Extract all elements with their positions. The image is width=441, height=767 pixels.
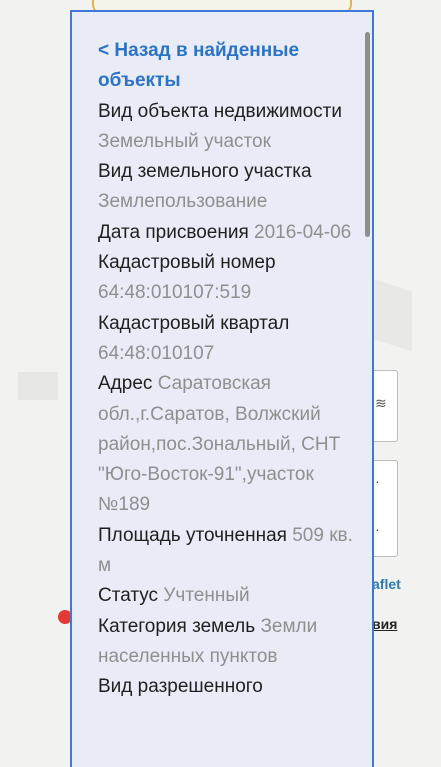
field-land-type: Вид земельного участка Землепользование	[98, 157, 356, 218]
leaflet-attribution-link[interactable]: aflet	[372, 576, 401, 592]
field-value: Землепользование	[98, 191, 268, 213]
field-label: Площадь уточненная	[98, 524, 287, 546]
field-status: Статус Учтенный	[98, 581, 356, 611]
field-label: Вид разрешенного	[98, 676, 263, 698]
layers-icon: ≋	[375, 395, 387, 411]
field-land-category: Категория земель Земли населенных пункто…	[98, 612, 356, 673]
zoom-out-icon[interactable]: ·	[375, 521, 380, 537]
map-road	[372, 278, 412, 352]
field-value: 64:48:010107:519	[98, 282, 252, 304]
panel-scrollbar[interactable]	[365, 32, 370, 237]
map-road-segment	[18, 372, 58, 400]
field-value: 2016-04-06	[254, 221, 352, 243]
field-value: 64:48:010107	[98, 342, 215, 364]
field-address: Адрес Саратовская обл.,г.Саратов, Волжск…	[98, 369, 356, 520]
back-to-results-link[interactable]: < Назад в найденные объекты	[98, 36, 356, 97]
field-value: Саратовская обл.,г.Саратов, Волжский рай…	[98, 373, 341, 516]
field-cadastral-quarter: Кадастровый квартал 64:48:010107	[98, 309, 356, 370]
zoom-in-icon[interactable]: ·	[375, 473, 380, 489]
field-label: Адрес	[98, 373, 153, 395]
object-info-content: < Назад в найденные объекты Вид объекта …	[98, 36, 356, 703]
field-label: Дата присвоения	[98, 221, 249, 243]
field-assigned-date: Дата присвоения 2016-04-06	[98, 218, 356, 248]
field-label: Категория земель	[98, 615, 256, 637]
field-label: Кадастровый квартал	[98, 312, 290, 334]
field-label: Вид объекта недвижимости	[98, 100, 342, 122]
field-label: Статус	[98, 585, 159, 607]
field-value: Учтенный	[163, 585, 250, 607]
field-value: Земельный участок	[98, 130, 271, 152]
field-area: Площадь уточненная 509 кв. м	[98, 521, 356, 582]
field-label: Вид земельного участка	[98, 161, 312, 183]
field-permitted-use: Вид разрешенного	[98, 672, 356, 702]
field-object-type: Вид объекта недвижимости Земельный участ…	[98, 97, 356, 158]
map-footer-link[interactable]: вия	[372, 616, 397, 632]
field-label: Кадастровый номер	[98, 252, 276, 274]
field-cadastral-number: Кадастровый номер 64:48:010107:519	[98, 248, 356, 309]
object-info-panel: < Назад в найденные объекты Вид объекта …	[70, 10, 374, 767]
